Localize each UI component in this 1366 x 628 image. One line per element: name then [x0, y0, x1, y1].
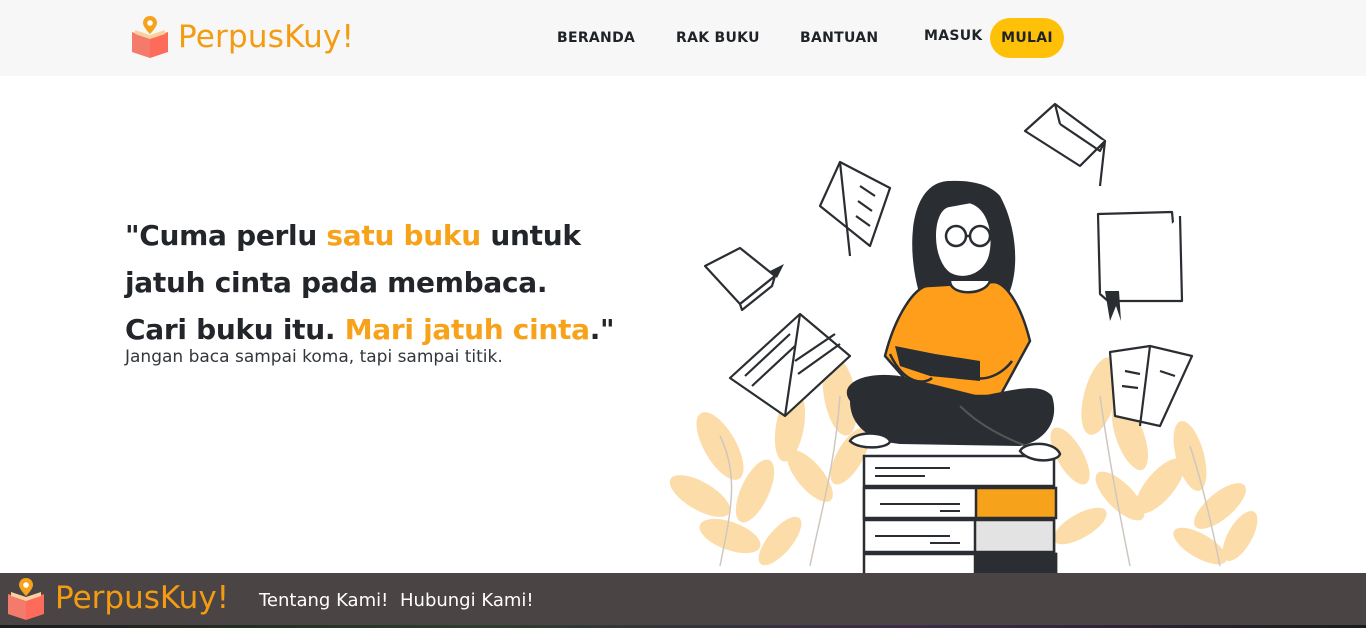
- quote-highlight: satu buku: [326, 219, 481, 252]
- quote-text: "Cuma perlu: [125, 219, 327, 252]
- book-logo-icon: [8, 578, 44, 620]
- login-link[interactable]: MASUK: [924, 28, 983, 44]
- quote-text: Cari buku itu.: [125, 313, 345, 346]
- footer-brand-name: PerpusKuy!: [55, 580, 230, 616]
- brand-name: PerpusKuy!: [178, 19, 355, 55]
- page: PerpusKuy! BERANDA RAK BUKU BANTUAN MASU…: [0, 0, 1366, 628]
- hero-quote-line-3: Cari buku itu. Mari jatuh cinta.": [125, 306, 645, 353]
- navbar: PerpusKuy! BERANDA RAK BUKU BANTUAN MASU…: [0, 0, 1366, 76]
- nav-rak-buku[interactable]: RAK BUKU: [676, 30, 760, 46]
- hero-section: "Cuma perlu satu buku untuk jatuh cinta …: [125, 212, 645, 367]
- hero-quote-line-1: "Cuma perlu satu buku untuk: [125, 212, 645, 259]
- brand-link[interactable]: PerpusKuy!: [130, 14, 354, 60]
- footer-link-about[interactable]: Tentang Kami!: [259, 590, 388, 611]
- footer: PerpusKuy! Tentang Kami! Hubungi Kami!: [0, 573, 1366, 628]
- quote-highlight: Mari jatuh cinta: [344, 313, 590, 346]
- start-button[interactable]: MULAI: [990, 18, 1064, 58]
- hero-quote-line-2: jatuh cinta pada membaca.: [125, 266, 548, 299]
- quote-text: untuk: [480, 219, 581, 252]
- girl-reading-books-illustration: [669, 102, 1258, 576]
- book-logo-icon: [132, 16, 168, 58]
- nav-beranda[interactable]: BERANDA: [557, 30, 635, 46]
- quote-text: .": [589, 313, 615, 346]
- footer-link-contact[interactable]: Hubungi Kami!: [400, 590, 534, 611]
- nav-bantuan[interactable]: BANTUAN: [800, 30, 878, 46]
